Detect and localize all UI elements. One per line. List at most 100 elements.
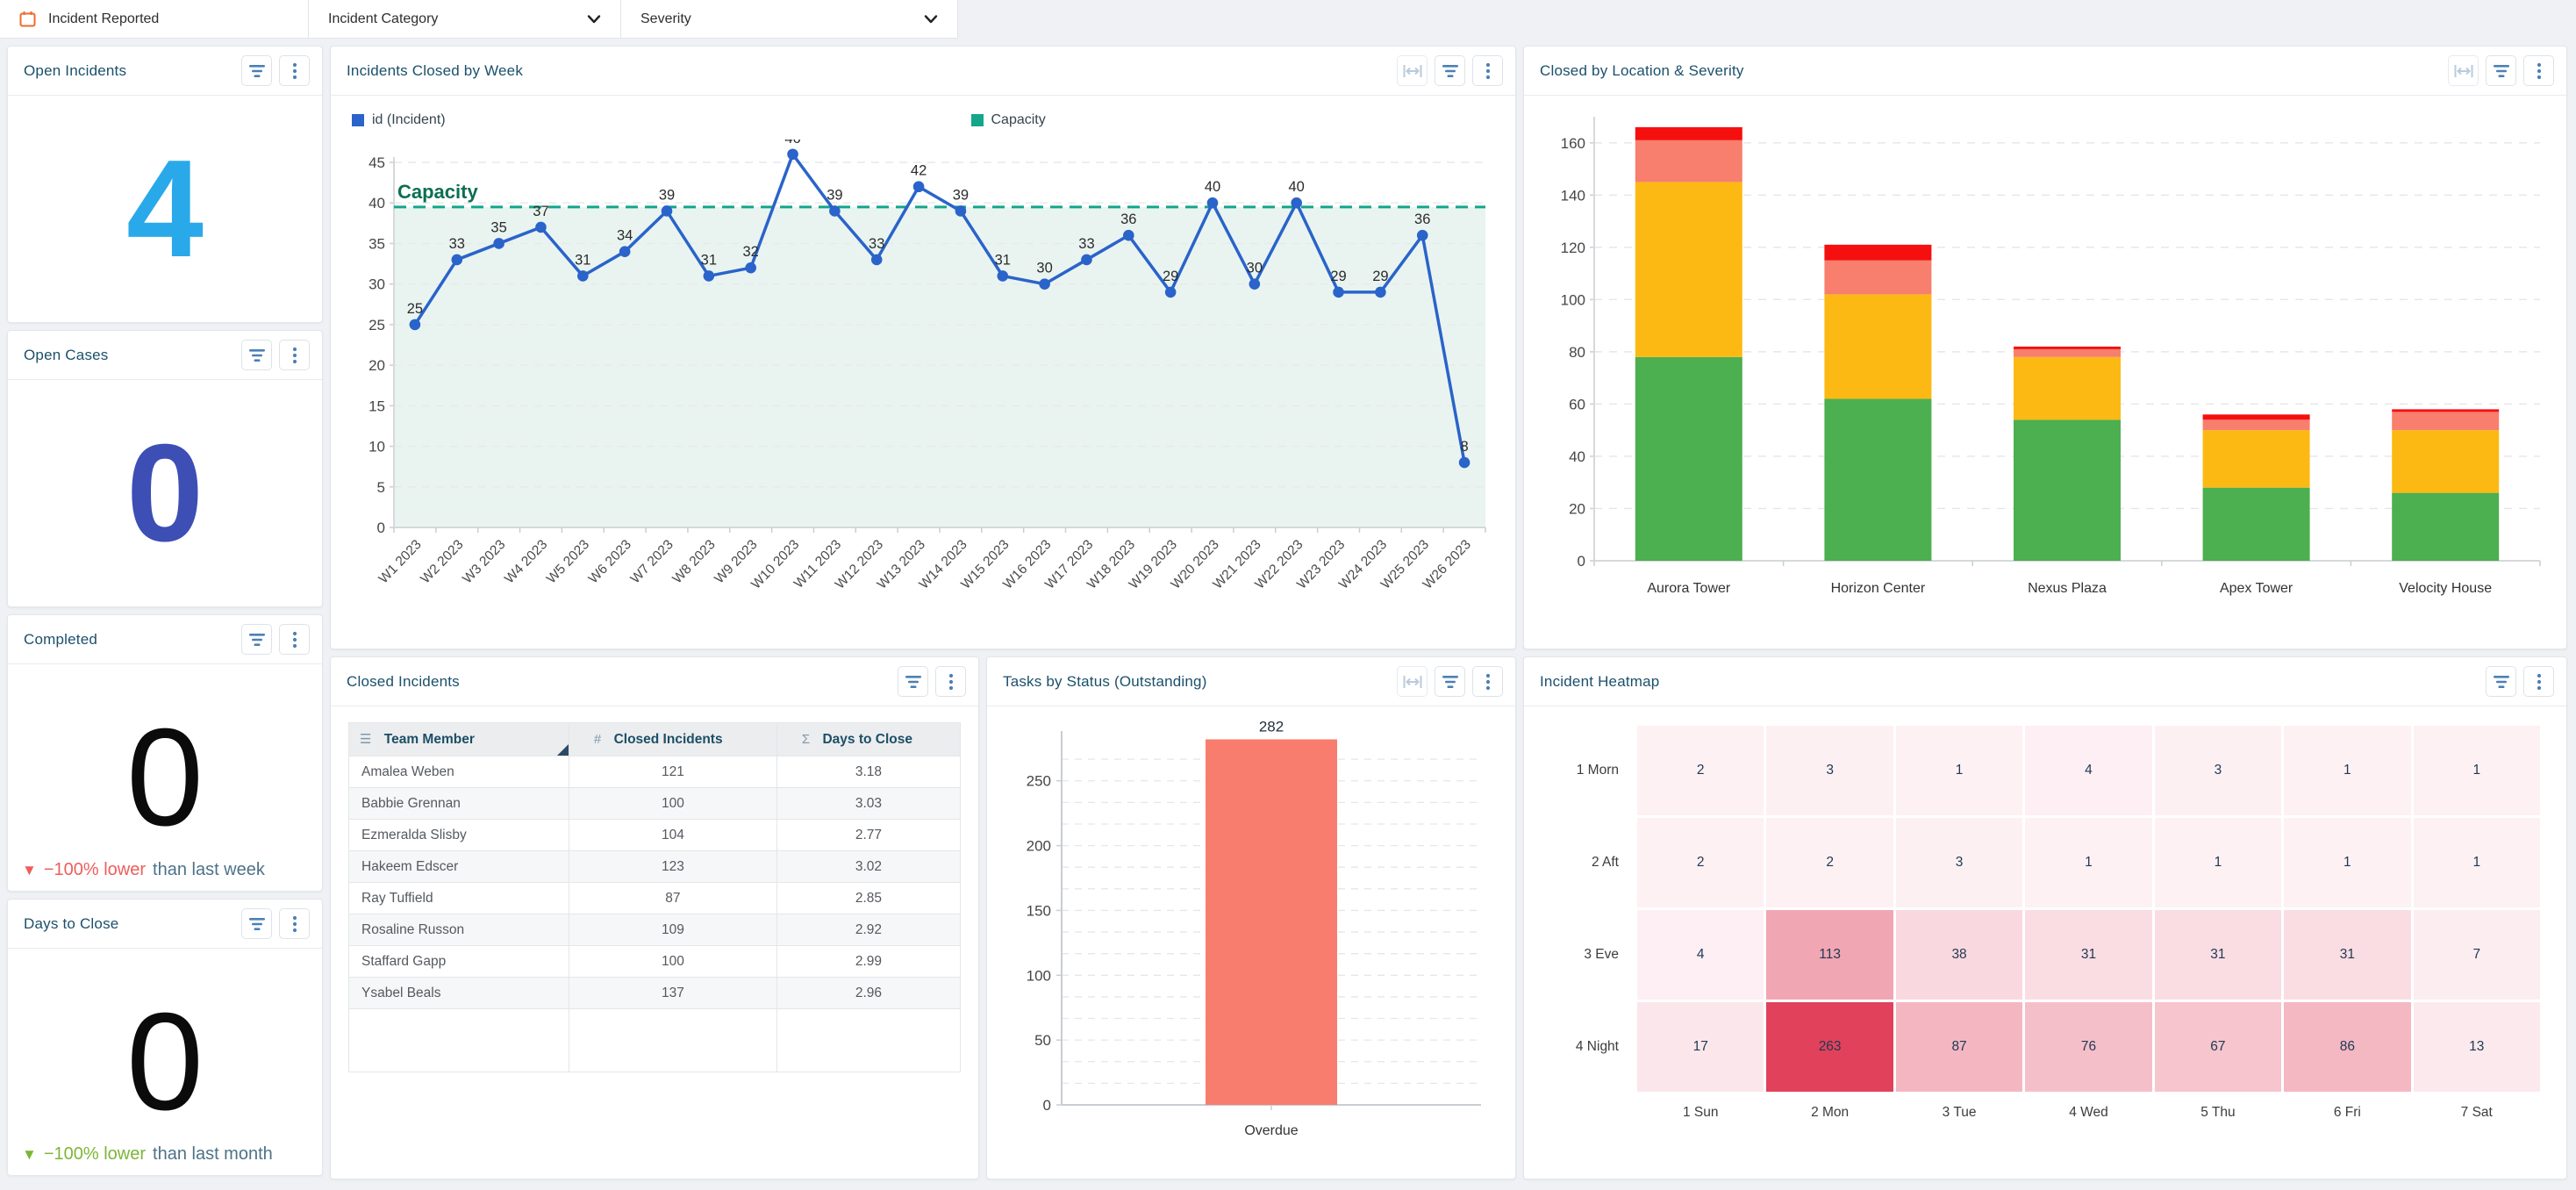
filter-button[interactable] bbox=[1435, 666, 1465, 697]
days-to-close-cell: 2.96 bbox=[776, 978, 960, 1009]
svg-text:33: 33 bbox=[869, 236, 884, 252]
heatmap-cell: 3 bbox=[2155, 726, 2281, 815]
svg-text:100: 100 bbox=[1027, 967, 1051, 984]
kebab-menu-button[interactable] bbox=[1472, 55, 1503, 86]
svg-text:46: 46 bbox=[784, 140, 800, 147]
svg-text:37: 37 bbox=[533, 204, 548, 219]
kpi-value: 0 bbox=[126, 424, 204, 563]
kpi-value: 0 bbox=[126, 993, 204, 1131]
calendar-icon bbox=[19, 11, 36, 27]
filter-button[interactable] bbox=[2486, 666, 2516, 697]
kebab-menu-button[interactable] bbox=[279, 908, 310, 939]
trend-down-icon: ▼ bbox=[22, 1146, 37, 1164]
svg-text:150: 150 bbox=[1027, 902, 1051, 919]
table-row[interactable]: Amalea Weben 121 3.18 bbox=[349, 756, 961, 788]
heatmap-cell: 1 bbox=[2414, 818, 2540, 907]
kebab-menu-button[interactable] bbox=[279, 55, 310, 86]
svg-text:39: 39 bbox=[826, 187, 842, 203]
kebab-menu-icon bbox=[1485, 62, 1491, 80]
team-member-cell: Staffard Gapp bbox=[349, 946, 569, 978]
heatmap-column-label: 2 Mon bbox=[1766, 1094, 1893, 1121]
svg-text:29: 29 bbox=[1372, 269, 1388, 284]
column-header-days-to-close[interactable]: Σ Days to Close bbox=[776, 723, 960, 756]
column-header-team-member[interactable]: ☰ Team Member bbox=[349, 723, 569, 756]
table-row[interactable]: Babbie Grennan 100 3.03 bbox=[349, 788, 961, 820]
svg-text:Apex Tower: Apex Tower bbox=[2220, 581, 2293, 596]
days-to-close-cell: 3.02 bbox=[776, 851, 960, 883]
svg-text:40: 40 bbox=[1289, 179, 1305, 195]
table-row[interactable]: Ray Tuffield 87 2.85 bbox=[349, 883, 961, 914]
filter-button[interactable] bbox=[241, 340, 272, 370]
closed-incidents-table: ☰ Team Member # Closed Incidents bbox=[348, 722, 961, 1072]
heatmap-cell: 1 bbox=[2284, 818, 2410, 907]
heatmap-cell: 31 bbox=[2284, 910, 2410, 1000]
heatmap-column-label: 3 Tue bbox=[1896, 1094, 2022, 1121]
trend-percent: −100% lower bbox=[44, 1144, 146, 1165]
date-field-label: Incident Reported bbox=[48, 11, 159, 27]
incident-category-dropdown[interactable]: Incident Category bbox=[309, 0, 621, 39]
kpi-title: Open Cases bbox=[24, 347, 109, 364]
column-header-closed-incidents[interactable]: # Closed Incidents bbox=[569, 723, 776, 756]
table-row[interactable]: Staffard Gapp 100 2.99 bbox=[349, 946, 961, 978]
closed-incidents-cell: 100 bbox=[569, 788, 776, 820]
chevron-down-icon bbox=[924, 14, 938, 25]
filter-button[interactable] bbox=[241, 624, 272, 655]
heatmap-cell: 263 bbox=[1766, 1002, 1893, 1092]
expand-width-button[interactable] bbox=[2448, 55, 2479, 86]
team-member-cell: Ezmeralda Slisby bbox=[349, 820, 569, 851]
kebab-menu-icon bbox=[292, 347, 297, 364]
filter-button[interactable] bbox=[241, 908, 272, 939]
filter-button[interactable] bbox=[241, 55, 272, 86]
svg-text:39: 39 bbox=[659, 187, 675, 203]
severity-dropdown[interactable]: Severity bbox=[621, 0, 958, 39]
trend-percent: −100% lower bbox=[44, 860, 146, 880]
table-row[interactable]: Ezmeralda Slisby 104 2.77 bbox=[349, 820, 961, 851]
right-column: Closed by Location & Severity 0204060801… bbox=[1523, 46, 2567, 1179]
panel-title: Incidents Closed by Week bbox=[347, 62, 523, 80]
heatmap-cell: 1 bbox=[2155, 818, 2281, 907]
expand-width-button[interactable] bbox=[1397, 55, 1428, 86]
days-to-close-cell: 2.92 bbox=[776, 914, 960, 946]
svg-text:31: 31 bbox=[995, 252, 1011, 268]
kebab-menu-button[interactable] bbox=[279, 624, 310, 655]
legend-item-incidents: id (Incident) bbox=[352, 112, 446, 128]
heatmap-cell: 113 bbox=[1766, 910, 1893, 1000]
heatmap-column-label: 6 Fri bbox=[2284, 1094, 2410, 1121]
filter-button[interactable] bbox=[898, 666, 928, 697]
sort-ascending-icon bbox=[557, 744, 569, 756]
severity-label: Severity bbox=[640, 11, 691, 27]
heatmap-cell: 1 bbox=[2284, 726, 2410, 815]
kebab-menu-icon bbox=[292, 62, 297, 80]
table-row[interactable]: Rosaline Russon 109 2.92 bbox=[349, 914, 961, 946]
kebab-menu-button[interactable] bbox=[2523, 666, 2554, 697]
table-row[interactable]: Hakeem Edscer 123 3.02 bbox=[349, 851, 961, 883]
tasks-by-status-panel: Tasks by Status (Outstanding) 0501001502… bbox=[986, 656, 1516, 1179]
filter-bar: Incident Reported Incident Category Seve… bbox=[0, 0, 2576, 39]
expand-width-icon bbox=[1403, 64, 1422, 78]
closed-incidents-cell: 109 bbox=[569, 914, 776, 946]
kebab-menu-button[interactable] bbox=[2523, 55, 2554, 86]
svg-text:0: 0 bbox=[377, 520, 385, 536]
heatmap-cell: 13 bbox=[2414, 1002, 2540, 1092]
kebab-menu-button[interactable] bbox=[1472, 666, 1503, 697]
filter-button[interactable] bbox=[2486, 55, 2516, 86]
panel-title: Closed Incidents bbox=[347, 673, 460, 691]
heatmap-column-label: 5 Thu bbox=[2155, 1094, 2281, 1121]
heatmap-cell: 1 bbox=[1896, 726, 2022, 815]
table-row[interactable]: Ysabel Beals 137 2.96 bbox=[349, 978, 961, 1009]
heatmap-cell: 17 bbox=[1637, 1002, 1764, 1092]
kebab-menu-button[interactable] bbox=[279, 340, 310, 370]
closed-incidents-cell: 104 bbox=[569, 820, 776, 851]
kebab-menu-button[interactable] bbox=[935, 666, 966, 697]
filter-button[interactable] bbox=[1435, 55, 1465, 86]
svg-text:W6 2023: W6 2023 bbox=[586, 537, 634, 586]
location-severity-panel: Closed by Location & Severity 0204060801… bbox=[1523, 46, 2567, 649]
expand-width-icon bbox=[2454, 64, 2473, 78]
heatmap-cell: 86 bbox=[2284, 1002, 2410, 1092]
heatmap-cell: 3 bbox=[1766, 726, 1893, 815]
expand-width-button[interactable] bbox=[1397, 666, 1428, 697]
heatmap-cell: 3 bbox=[1896, 818, 2022, 907]
date-field-filter[interactable]: Incident Reported bbox=[0, 0, 309, 39]
sigma-icon: Σ bbox=[802, 732, 810, 747]
tasks-by-status-chart: 050100150200250282Overdue bbox=[1007, 712, 1495, 1168]
